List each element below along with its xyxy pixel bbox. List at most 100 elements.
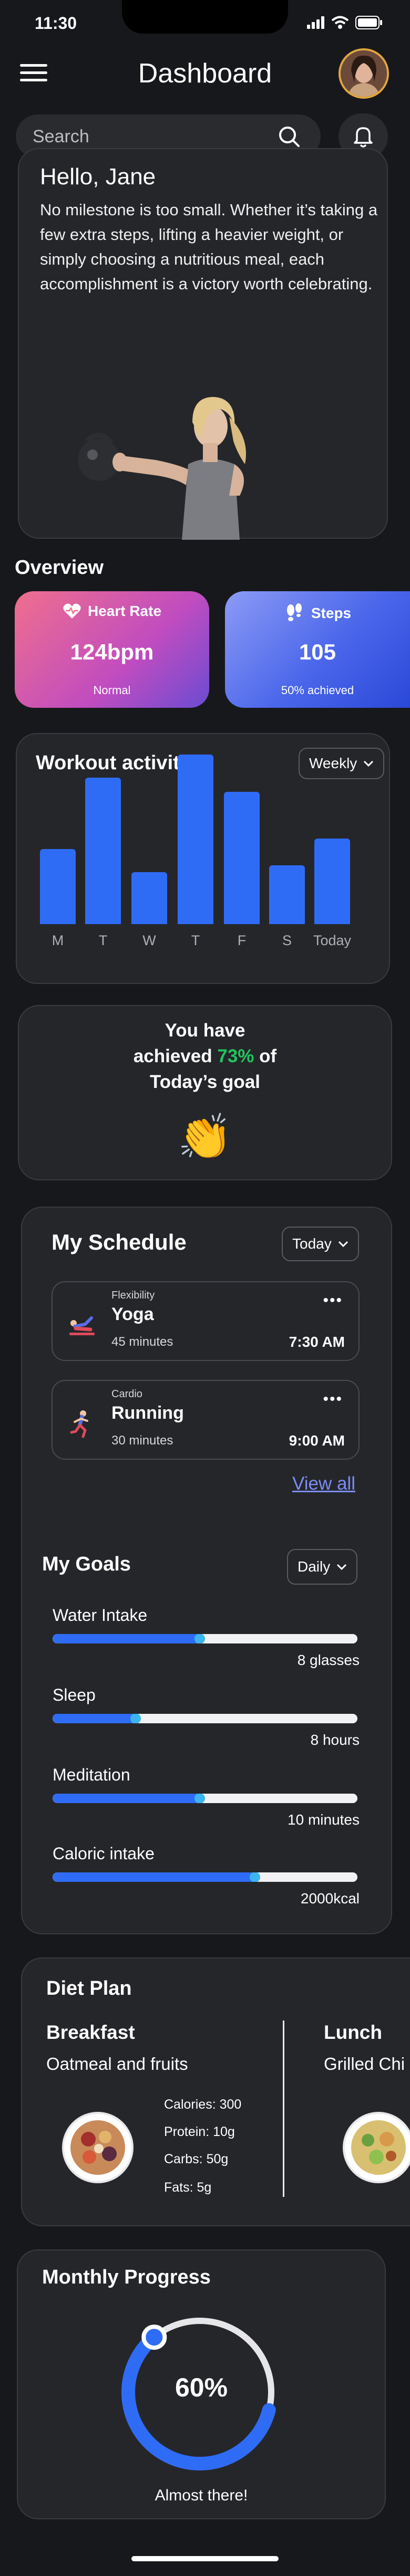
goal-value: 8 hours — [310, 1732, 360, 1748]
chevron-down-icon — [337, 1564, 347, 1570]
workout-day-label: W — [142, 933, 156, 948]
goal-progress-bar — [53, 1794, 357, 1803]
battery-icon — [355, 16, 382, 29]
progress-ring-knob — [141, 2324, 167, 2350]
lunch-dish: Grilled Chi — [324, 2054, 405, 2074]
goal-progress-bar — [53, 1872, 357, 1882]
daily-goal-card: You have achieved 73% of Today’s goal 👏 — [18, 1005, 392, 1180]
goal-line-2-post: of — [254, 1046, 277, 1066]
breakfast-fats: Fats: 5g — [164, 2180, 212, 2195]
workout-day-label: F — [237, 933, 247, 948]
workout-bar[interactable] — [178, 755, 213, 924]
workout-period-dropdown[interactable]: Weekly — [299, 748, 385, 779]
schedule-name: Running — [111, 1403, 184, 1423]
schedule-duration: 45 minutes — [111, 1335, 173, 1349]
greeting-message: No milestone is too small. Whether it’s … — [40, 201, 378, 293]
workout-day-label: S — [282, 933, 292, 948]
goal-progress-fill — [53, 1794, 202, 1803]
monthly-progress-title: Monthly Progress — [42, 2266, 211, 2288]
schedule-name: Yoga — [111, 1304, 154, 1324]
workout-activity-title: Workout activity — [36, 752, 191, 774]
workout-period-value: Weekly — [309, 755, 357, 771]
goal-progress-fill — [53, 1872, 257, 1882]
breakfast-calories: Calories: 300 — [164, 2097, 242, 2112]
profile-avatar[interactable] — [339, 48, 389, 99]
heart-rate-card[interactable]: Heart Rate 124bpm Normal — [15, 591, 209, 708]
workout-activity-card: Workout activity Weekly M T W T F S Today — [16, 733, 390, 984]
schedule-period-dropdown[interactable]: Today — [282, 1227, 359, 1261]
goal-line-3: Today’s goal — [149, 1072, 261, 1092]
goal-label: Caloric intake — [53, 1844, 155, 1863]
greeting-title: Hello, Jane — [40, 164, 156, 190]
goal-message: You have achieved 73% of Today’s goal — [19, 1018, 391, 1095]
app-header: Dashboard — [0, 46, 410, 99]
breakfast-dish: Oatmeal and fruits — [46, 2054, 188, 2074]
monthly-progress-percent: 60% — [175, 2373, 228, 2402]
more-options-icon[interactable]: ••• — [323, 1390, 343, 1408]
steps-status: 50% achieved — [281, 684, 354, 697]
schedule-goals-card: My Schedule Today Flexibility Yoga 45 mi… — [21, 1207, 392, 1934]
schedule-item-yoga[interactable]: Flexibility Yoga 45 minutes 7:30 AM ••• — [52, 1281, 360, 1361]
kettlebell-woman-illustration — [78, 397, 246, 540]
workout-bar[interactable] — [314, 839, 350, 924]
workout-bar[interactable] — [40, 849, 76, 924]
meal-divider — [283, 2020, 284, 2197]
goal-value: 8 glasses — [297, 1652, 360, 1668]
home-indicator — [131, 2556, 279, 2561]
schedule-title: My Schedule — [52, 1230, 187, 1254]
more-options-icon[interactable]: ••• — [323, 1292, 343, 1310]
clapping-hands-emoji: 👏 — [177, 1112, 233, 1161]
heart-rate-value: 124bpm — [70, 640, 154, 664]
schedule-period-value: Today — [292, 1235, 332, 1252]
goals-period-value: Daily — [298, 1558, 331, 1575]
breakfast-carbs: Carbs: 50g — [164, 2152, 229, 2166]
footsteps-icon — [286, 603, 302, 621]
workout-day-label: T — [98, 933, 108, 948]
status-time: 11:30 — [35, 14, 77, 33]
wifi-icon — [331, 16, 349, 29]
workout-day-label: Today — [313, 933, 352, 948]
goal-progress-knob — [194, 1794, 206, 1803]
schedule-duration: 30 minutes — [111, 1433, 173, 1448]
goals-period-dropdown[interactable]: Daily — [287, 1549, 358, 1585]
schedule-category: Flexibility — [111, 1290, 155, 1301]
overview-title: Overview — [15, 557, 104, 579]
camera-notch — [122, 0, 288, 34]
workout-day-label: M — [52, 933, 64, 948]
heart-rate-label-row: Heart Rate — [15, 603, 209, 620]
lunch-food-image — [343, 2112, 410, 2183]
goal-value: 10 minutes — [288, 1811, 360, 1828]
heart-rate-label: Heart Rate — [87, 603, 162, 619]
goal-line-1: You have — [165, 1020, 245, 1041]
steps-label-row: Steps — [225, 603, 410, 624]
status-icons — [307, 16, 383, 29]
schedule-item-running[interactable]: Cardio Running 30 minutes 9:00 AM ••• — [52, 1380, 360, 1460]
goal-line-2-pre: achieved — [133, 1046, 218, 1066]
goal-progress-bar — [53, 1714, 357, 1723]
workout-bar[interactable] — [131, 872, 167, 924]
steps-label: Steps — [311, 605, 352, 621]
goal-percent: 73% — [217, 1046, 254, 1066]
goal-progress-fill — [53, 1714, 138, 1723]
chevron-down-icon — [338, 1241, 348, 1247]
goal-progress-knob — [249, 1872, 260, 1882]
workout-bar[interactable] — [269, 865, 305, 924]
goal-value: 2000kcal — [300, 1890, 360, 1907]
view-all-link[interactable]: View all — [292, 1473, 355, 1494]
signal-icon — [307, 16, 324, 29]
status-bar: 11:30 — [0, 0, 410, 42]
workout-bar[interactable] — [224, 792, 260, 924]
schedule-category: Cardio — [111, 1388, 142, 1400]
steps-value: 105 — [299, 640, 336, 664]
workout-bar[interactable] — [85, 778, 121, 924]
heart-rate-status: Normal — [93, 684, 131, 697]
monthly-progress-caption: Almost there! — [155, 2487, 248, 2504]
breakfast-title: Breakfast — [46, 2022, 135, 2043]
monthly-progress-card: Monthly Progress 60% Almost there! — [17, 2249, 386, 2519]
goals-title: My Goals — [42, 1553, 131, 1575]
heart-icon — [63, 603, 81, 619]
breakfast-protein: Protein: 10g — [164, 2124, 235, 2139]
steps-card[interactable]: Steps 105 50% achieved — [225, 591, 410, 708]
search-icon[interactable] — [278, 125, 301, 148]
bell-icon[interactable] — [353, 125, 374, 148]
